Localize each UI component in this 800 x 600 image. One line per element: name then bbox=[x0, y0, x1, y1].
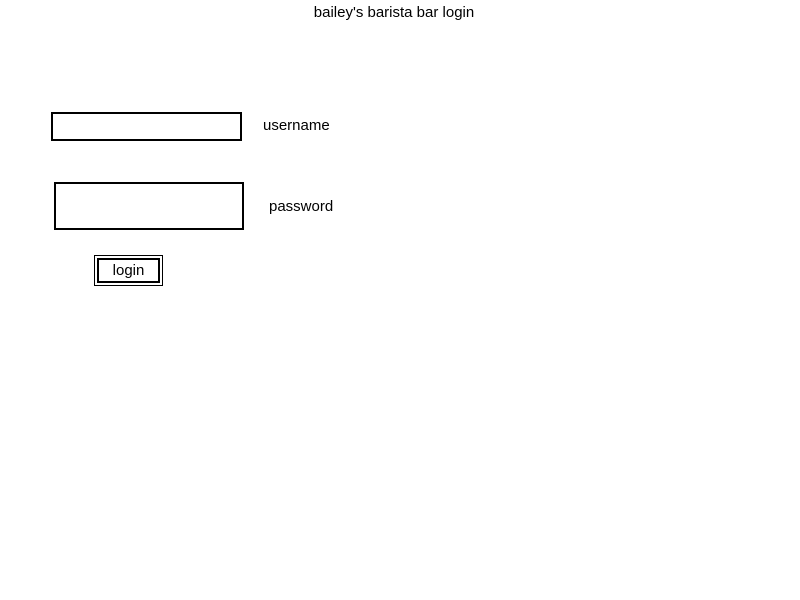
password-input[interactable] bbox=[54, 182, 244, 230]
login-button[interactable]: login bbox=[94, 255, 163, 286]
username-label: username bbox=[263, 117, 330, 134]
login-button-label: login bbox=[97, 258, 160, 283]
username-input[interactable] bbox=[51, 112, 242, 141]
password-label: password bbox=[269, 198, 334, 215]
page-title: bailey's barista bar login bbox=[313, 4, 475, 21]
